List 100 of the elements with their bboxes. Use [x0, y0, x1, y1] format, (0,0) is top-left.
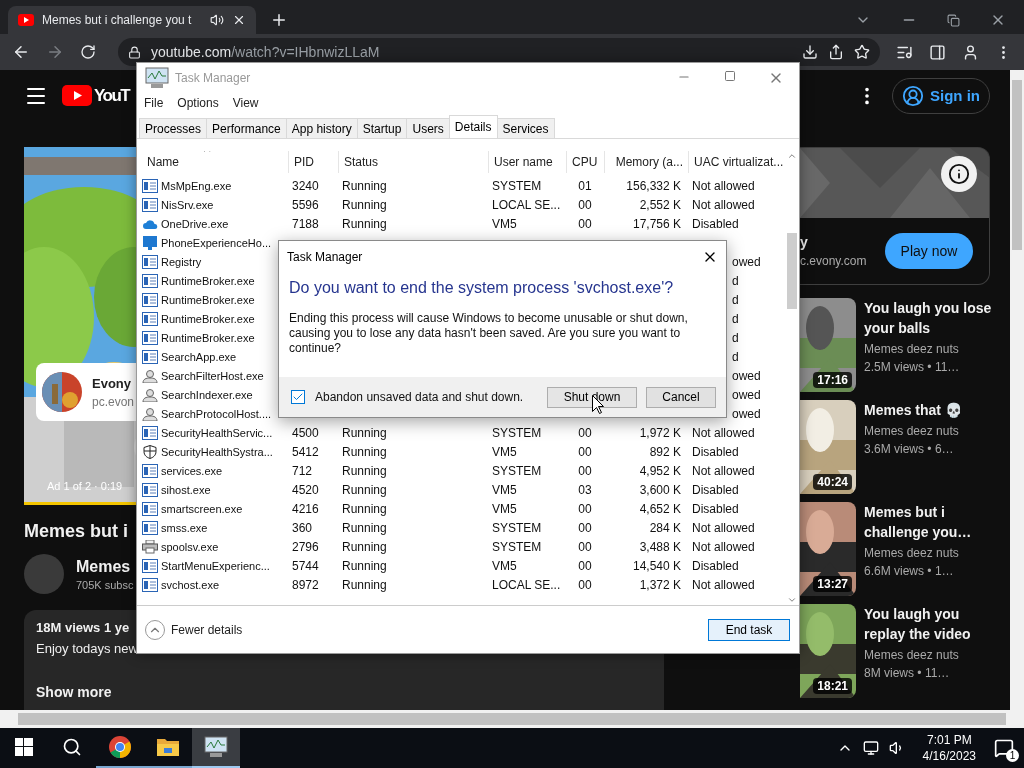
process-name[interactable]: spoolsv.exe [142, 539, 219, 554]
table-cell-text: 5744 [291, 558, 320, 573]
table-cell-text: LOCAL SE... [491, 577, 562, 592]
share-icon[interactable] [828, 44, 844, 60]
video-title[interactable]: Memes that 💀 [864, 400, 992, 420]
table-cell-text: SYSTEM [491, 520, 543, 535]
clock[interactable]: 7:01 PM 4/16/2023 [922, 733, 976, 763]
table-cell: owed [732, 406, 761, 421]
view-stats: 18M views 1 ye [36, 620, 130, 635]
table-cell: owed [732, 387, 761, 402]
fewer-details-link[interactable]: Fewer details [171, 622, 243, 637]
channel-name: Memes deez nuts [864, 424, 960, 438]
forward-icon[interactable] [46, 43, 64, 61]
video-meta: 3.6M views • 6… [864, 442, 955, 456]
vertical-scrollbar[interactable] [1010, 70, 1024, 710]
video-meta: 8M views • 11… [864, 666, 951, 680]
table-cell-text: Not allowed [691, 178, 756, 193]
folder-icon [156, 736, 180, 758]
scroll-up-icon[interactable] [787, 151, 797, 161]
menu-item[interactable]: View [232, 96, 259, 110]
table-cell-text: Disabled [691, 216, 740, 231]
play-now-button[interactable]: Play now [885, 233, 973, 269]
table-cell-text: Not allowed [691, 577, 756, 592]
start-icon[interactable] [15, 738, 33, 756]
process-name[interactable]: svchost.exe [142, 577, 220, 592]
side-panel-icon[interactable] [929, 43, 946, 61]
tab-title: Memes but i challenge you t [42, 13, 193, 27]
tab[interactable]: Processes [139, 118, 208, 138]
restore-icon[interactable] [947, 13, 960, 27]
maximize-icon[interactable] [724, 70, 736, 82]
video-duration: 13:27 [813, 576, 852, 592]
network-icon[interactable] [862, 740, 879, 756]
process-name[interactable]: smartscreen.exe [142, 501, 243, 516]
new-tab-icon[interactable] [270, 11, 288, 29]
video-meta: 6.6M views • 1… [864, 564, 955, 578]
table-cell: d [732, 311, 739, 326]
table-cell-text: Not allowed [691, 197, 756, 212]
tab[interactable]: Startup [356, 118, 408, 138]
tab[interactable]: Users [406, 118, 450, 138]
video-duration: 18:21 [813, 678, 852, 694]
video-title[interactable]: Memes but i challenge you… [864, 502, 992, 542]
table-cell: owed [732, 368, 761, 383]
profile-icon[interactable] [962, 43, 979, 61]
process-name[interactable]: smss.exe [142, 520, 208, 535]
process-name[interactable]: StartMenuExperienc... [142, 558, 270, 573]
install-icon[interactable] [802, 44, 818, 60]
table-cell-text: 00 [577, 520, 593, 535]
table-cell: d [732, 273, 739, 288]
taskbar-app[interactable] [192, 728, 240, 768]
table-cell-text: SYSTEM [491, 539, 543, 554]
video-title[interactable]: You laugh you replay the video [864, 604, 992, 644]
program-icon [142, 577, 158, 592]
table-cell-text: Not allowed [691, 520, 756, 535]
table-cell-text: Not allowed [691, 425, 756, 440]
search-icon[interactable] [62, 737, 82, 757]
table-cell-text: Running [341, 558, 388, 573]
advertiser-domain: c.evony.com [800, 254, 867, 268]
menu-item[interactable]: Options [177, 96, 219, 110]
bookmark-star-icon[interactable] [854, 44, 870, 60]
reload-icon[interactable] [80, 44, 96, 60]
youtube-logo[interactable]: YouT [62, 85, 130, 106]
table-cell-text: 1,372 K [638, 577, 682, 592]
table-cell-text: Disabled [691, 501, 740, 516]
notification-count: 1 [1006, 749, 1019, 762]
table-cell: d [732, 349, 739, 364]
video-title[interactable]: You laugh you lose your balls [864, 298, 992, 338]
channel-name: Memes deez nuts [864, 648, 960, 662]
table-cell: owed [732, 254, 761, 269]
end-task-button[interactable]: End task [708, 618, 790, 641]
table-cell-text: VM5 [491, 558, 518, 573]
table-cell-text: 00 [577, 558, 593, 573]
show-more-link[interactable]: Show more [36, 684, 112, 700]
cancel-button[interactable]: Cancel [646, 386, 716, 408]
tab[interactable]: App history [285, 118, 358, 138]
browser-tab[interactable]: Memes but i challenge you t [8, 6, 256, 34]
program-icon [142, 558, 158, 573]
video-meta: 2.5M views • 11… [864, 360, 961, 374]
user-icon [902, 84, 924, 107]
task-manager-icon [145, 67, 169, 89]
channel-name[interactable]: Memes [76, 557, 134, 576]
table-cell-text: Not allowed [691, 539, 756, 554]
table-cell-text: 00 [577, 577, 593, 592]
table-cell-text: Running [341, 520, 388, 535]
video-duration: 17:16 [813, 372, 852, 388]
menu-item[interactable]: File [144, 96, 164, 110]
table-cell: d [732, 330, 739, 345]
printer-icon [142, 539, 158, 554]
close-tab-icon[interactable] [232, 13, 246, 27]
table-cell-text: 360 [291, 520, 314, 535]
horizontal-scrollbar[interactable] [0, 710, 1024, 728]
table-cell-text: 284 K [648, 520, 682, 535]
advertiser-name: y [800, 234, 809, 250]
subscriber-count: 705K subsc [76, 578, 134, 591]
scroll-down-icon[interactable] [787, 595, 797, 605]
tab[interactable]: Services [496, 118, 555, 138]
scrollbar-thumb[interactable] [787, 233, 797, 309]
table-cell-text: VM5 [491, 501, 518, 516]
task-manager-icon [204, 736, 228, 758]
back-icon[interactable] [12, 43, 30, 61]
tab[interactable]: Performance [206, 118, 287, 138]
